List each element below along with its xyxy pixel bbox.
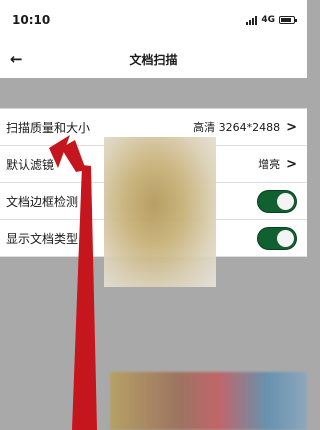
chevron-right-icon: > (286, 119, 297, 135)
toggle-knob (277, 192, 294, 210)
network-type: 4G (261, 15, 275, 25)
arrow-left-icon[interactable]: ← (10, 50, 23, 68)
setting-value: 增亮 (258, 158, 281, 171)
border-detection-toggle[interactable] (257, 189, 297, 213)
status-time: 10:10 (12, 13, 51, 27)
setting-label: 扫描质量和大小 (6, 120, 91, 135)
battery-icon (279, 16, 297, 24)
chevron-right-icon: > (286, 156, 297, 172)
page-title: 文档扫描 (129, 52, 178, 67)
status-indicators: 4G (246, 15, 297, 25)
signal-icon (246, 15, 258, 25)
show-doc-type-toggle[interactable] (257, 226, 297, 250)
blurred-image-overlay (104, 137, 216, 287)
blurred-bottom-overlay (110, 372, 307, 430)
toggle-knob (277, 229, 294, 247)
status-bar: 10:10 4G (0, 0, 307, 40)
battery-level (281, 18, 292, 22)
nav-bar: ← 文档扫描 (0, 40, 307, 78)
setting-value: 高清 3264*2488 (193, 121, 281, 134)
